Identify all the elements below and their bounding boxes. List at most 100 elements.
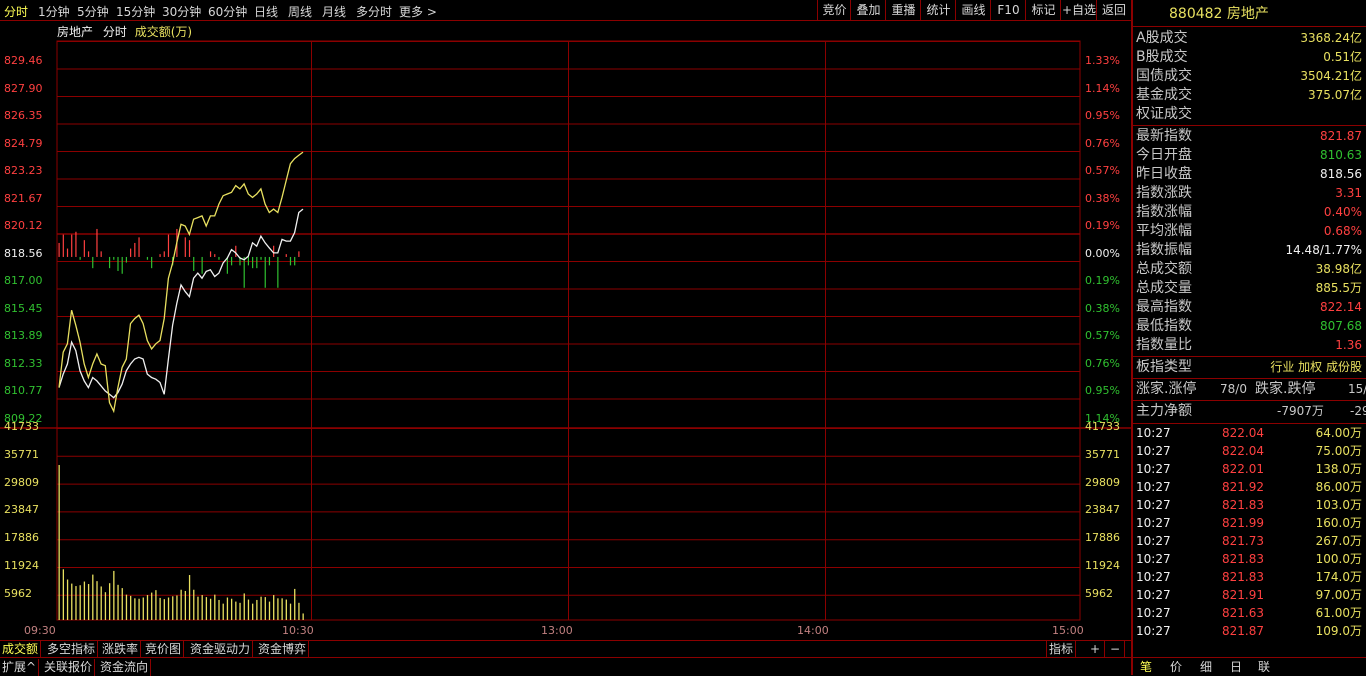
zoom-in-button[interactable]: + xyxy=(1086,641,1105,658)
tab-day[interactable]: 日 xyxy=(1230,658,1242,676)
net-flow-bar xyxy=(113,256,115,260)
volume-bar xyxy=(108,583,111,620)
related-quotes-button[interactable]: 关联报价 xyxy=(42,659,96,676)
tab-fund-driver[interactable]: 资金驱动力 xyxy=(188,641,254,658)
tab-updown-rate[interactable]: 涨跌率 xyxy=(100,641,142,658)
net-flow-bar xyxy=(256,256,258,269)
volume-bar xyxy=(163,599,165,620)
net-flow-bar xyxy=(108,256,111,269)
net-flow-bar xyxy=(79,256,81,260)
index-row-value: 822.14 xyxy=(1320,300,1362,314)
tab-fund-game[interactable]: 资金博弈 xyxy=(256,641,310,658)
tick-amount: 160.0万 xyxy=(1315,516,1362,530)
stats-button[interactable]: 统计 xyxy=(920,0,956,20)
trade-tick-row: 10:27 821.63 61.00万 xyxy=(1136,604,1366,622)
tab-detail[interactable]: 细 xyxy=(1200,658,1212,676)
volume-bar xyxy=(214,594,216,620)
tab-auction-chart[interactable]: 竞价图 xyxy=(143,641,185,658)
f10-button[interactable]: F10 xyxy=(990,0,1026,20)
tab-linked[interactable]: 联 xyxy=(1258,658,1270,676)
tab-monthly[interactable]: 月线 xyxy=(322,3,346,20)
trade-tick-row: 10:27 821.83 174.0万 xyxy=(1136,568,1366,586)
overlay-button[interactable]: 叠加 xyxy=(850,0,886,20)
more-menu[interactable]: 更多 > xyxy=(399,3,437,20)
index-row: 今日开盘 810.63 xyxy=(1136,146,1366,165)
tab-15min[interactable]: 15分钟 xyxy=(116,3,155,20)
trade-tick-row: 10:27 822.01 138.0万 xyxy=(1136,460,1366,478)
volume-bar xyxy=(142,597,144,620)
auction-button[interactable]: 竞价 xyxy=(817,0,851,20)
fund-flow-button[interactable]: 资金流向 xyxy=(98,659,152,676)
pct-tick-label: 0.38% xyxy=(1085,301,1120,315)
volume-bar xyxy=(298,602,300,620)
volume-tick-label-right: 17886 xyxy=(1085,531,1120,545)
price-tick-label: 829.46 xyxy=(4,54,43,67)
net-flow-bar xyxy=(167,234,170,257)
volume-bar xyxy=(218,599,220,620)
net-flow-bar xyxy=(71,234,73,257)
chart-header: 房地产 分时 成交额(万) xyxy=(57,23,192,40)
tab-multi-fenshi[interactable]: 多分时 xyxy=(356,3,392,20)
tick-time: 10:27 xyxy=(1136,498,1171,512)
tab-30min[interactable]: 30分钟 xyxy=(162,3,201,20)
tick-time: 10:27 xyxy=(1136,462,1171,476)
draw-button[interactable]: 画线 xyxy=(955,0,991,20)
indicator-tabs: 成交额 多空指标 涨跌率 竞价图 资金驱动力 资金博弈 指标 + − xyxy=(0,640,1131,658)
volume-bar xyxy=(277,598,279,620)
tab-turnover[interactable]: 成交额 xyxy=(0,641,42,658)
indicator-button[interactable]: 指标 xyxy=(1046,641,1077,658)
volume-bar xyxy=(66,579,69,620)
tick-price: 821.92 xyxy=(1222,480,1264,494)
market-row-label: 权证成交 xyxy=(1136,106,1192,122)
volume-tick-label-right: 35771 xyxy=(1085,447,1120,461)
pct-tick-label: 0.38% xyxy=(1085,191,1120,205)
tab-longshort[interactable]: 多空指标 xyxy=(45,641,99,658)
net-flow-bar xyxy=(87,251,90,257)
tab-1min[interactable]: 1分钟 xyxy=(38,3,70,20)
tab-5min[interactable]: 5分钟 xyxy=(77,3,109,20)
add-watchlist-button[interactable]: +自选 xyxy=(1060,0,1097,20)
net-flow-bar xyxy=(62,234,64,257)
volume-tick-label: 41733 xyxy=(4,420,39,433)
tab-fenshi[interactable]: 分时 xyxy=(4,3,28,20)
volume-bar xyxy=(167,597,170,620)
index-row-label: 总成交额 xyxy=(1136,261,1192,277)
mark-button[interactable]: 标记 xyxy=(1025,0,1061,20)
tick-price: 821.63 xyxy=(1222,606,1264,620)
pct-tick-label: 0.95% xyxy=(1085,384,1120,397)
index-row-label: 指数量比 xyxy=(1136,337,1192,353)
volume-bar xyxy=(146,595,149,620)
tab-price[interactable]: 价 xyxy=(1170,658,1182,676)
net-flow-bar xyxy=(138,237,140,257)
volume-bar xyxy=(247,599,250,620)
net-flow-bar xyxy=(243,256,245,288)
tab-trades[interactable]: 笔 xyxy=(1140,658,1152,676)
tab-daily[interactable]: 日线 xyxy=(254,3,278,20)
volume-bar xyxy=(176,595,178,620)
index-row-value: 14.48/1.77% xyxy=(1285,243,1362,257)
index-row-label: 今日开盘 xyxy=(1136,147,1192,163)
tick-price: 821.83 xyxy=(1222,498,1264,512)
volume-bar xyxy=(184,590,187,620)
volume-bar xyxy=(180,589,182,620)
tick-price: 821.99 xyxy=(1222,516,1264,530)
back-button[interactable]: 返回 xyxy=(1096,0,1131,20)
price-tick-label: 827.90 xyxy=(4,81,43,95)
index-row: 指数振幅 14.48/1.77% xyxy=(1136,241,1366,260)
index-row-value: 818.56 xyxy=(1320,167,1362,181)
volume-bar xyxy=(197,596,199,620)
replay-button[interactable]: 重播 xyxy=(885,0,921,20)
expand-button[interactable]: 扩展^ xyxy=(0,659,40,676)
pct-tick-label: 0.95% xyxy=(1085,109,1120,122)
tab-weekly[interactable]: 周线 xyxy=(288,3,312,20)
volume-bar xyxy=(302,613,304,620)
index-row: 最高指数 822.14 xyxy=(1136,298,1366,317)
price-lines xyxy=(58,151,304,414)
sector-name: 房地产 xyxy=(1226,6,1269,22)
down-count-value: 15/ xyxy=(1348,382,1366,396)
zoom-out-button[interactable]: − xyxy=(1106,641,1125,658)
intraday-chart[interactable] xyxy=(0,20,1131,640)
volume-bar xyxy=(138,598,140,620)
market-row: A股成交 3368.24亿 xyxy=(1136,29,1366,48)
tab-60min[interactable]: 60分钟 xyxy=(208,3,247,20)
